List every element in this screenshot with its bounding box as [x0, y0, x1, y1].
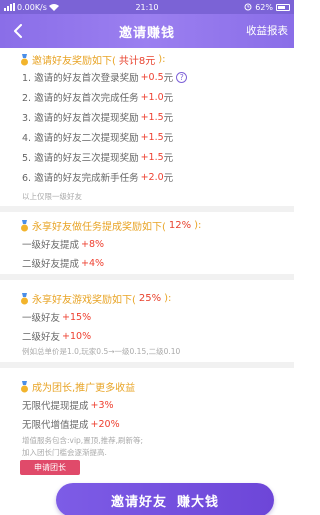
section4-note2: 加入团长门槛会逐渐提高.	[22, 448, 107, 457]
reward-row: 3. 邀请的好友首次提现奖励 +1.5 元	[22, 111, 174, 125]
reward-row: 5. 邀请的好友三次提现奖励 +1.5 元	[22, 151, 174, 165]
section-team-leader-title: 成为团长,推广更多收益	[20, 379, 135, 394]
main-content: 邀请好友奖励如下(共计8元): 1. 邀请的好友首次登录奖励 +0.5 元 ? …	[0, 48, 294, 515]
reward-row: 6. 邀请的好友完成新手任务 +2.0 元	[22, 171, 174, 185]
earnings-report-link[interactable]: 收益报表	[246, 23, 288, 38]
section4-note1: 增值服务包含:vip,置顶,推荐,刷新等;	[22, 436, 143, 445]
apply-team-leader-button[interactable]: 申请团长	[20, 460, 80, 475]
alarm-icon	[244, 3, 252, 11]
back-arrow-icon	[14, 24, 22, 38]
medal-icon	[20, 219, 29, 232]
reward-row: 1. 邀请的好友首次登录奖励 +0.5 元 ?	[22, 70, 188, 84]
leader-reward-row: 无限代增值提成 +20%	[22, 418, 120, 432]
section3-note: 例如总单价是1.0,玩家0.5→一级0.15,二级0.10	[22, 347, 181, 356]
section-task-commission-title: 永享好友做任务提成奖励如下(12%):	[20, 218, 201, 233]
help-icon[interactable]: ?	[176, 71, 188, 83]
section1-note: 以上仅限一级好友	[22, 192, 82, 201]
medal-icon	[20, 292, 29, 305]
network-speed: 0.00K/s	[17, 2, 47, 12]
status-bar: 0.00K/s 21:10 62%	[0, 0, 294, 14]
divider	[0, 274, 294, 280]
battery-icon	[276, 3, 290, 11]
leader-reward-row: 无限代提现提成 +3%	[22, 399, 114, 413]
commission-row: 一级好友提成 +8%	[22, 238, 105, 252]
invite-friends-button[interactable]: 邀请好友 赚大钱	[56, 483, 274, 515]
section-game-reward-title: 永享好友游戏奖励如下(25%):	[20, 291, 171, 306]
divider	[0, 362, 294, 368]
signal-icon	[4, 3, 15, 11]
back-button[interactable]	[8, 20, 28, 42]
divider	[0, 206, 294, 212]
game-reward-row: 一级好友 +15%	[22, 311, 92, 325]
game-reward-row: 二级好友 +10%	[22, 330, 92, 344]
nav-bar: 邀请赚钱 收益报表	[0, 14, 294, 48]
reward-row: 2. 邀请的好友首次完成任务 +1.0 元	[22, 91, 174, 105]
battery-percent: 62%	[255, 2, 273, 12]
section-invite-reward-title: 邀请好友奖励如下(共计8元):	[20, 52, 166, 67]
medal-icon	[20, 380, 29, 393]
reward-row: 4. 邀请的好友二次提现奖励 +1.5 元	[22, 131, 174, 145]
wifi-icon	[48, 4, 59, 11]
medal-icon	[20, 53, 29, 66]
clock: 21:10	[135, 2, 159, 12]
commission-row: 二级好友提成 +4%	[22, 257, 105, 271]
total-reward: 共计8元	[118, 56, 156, 67]
